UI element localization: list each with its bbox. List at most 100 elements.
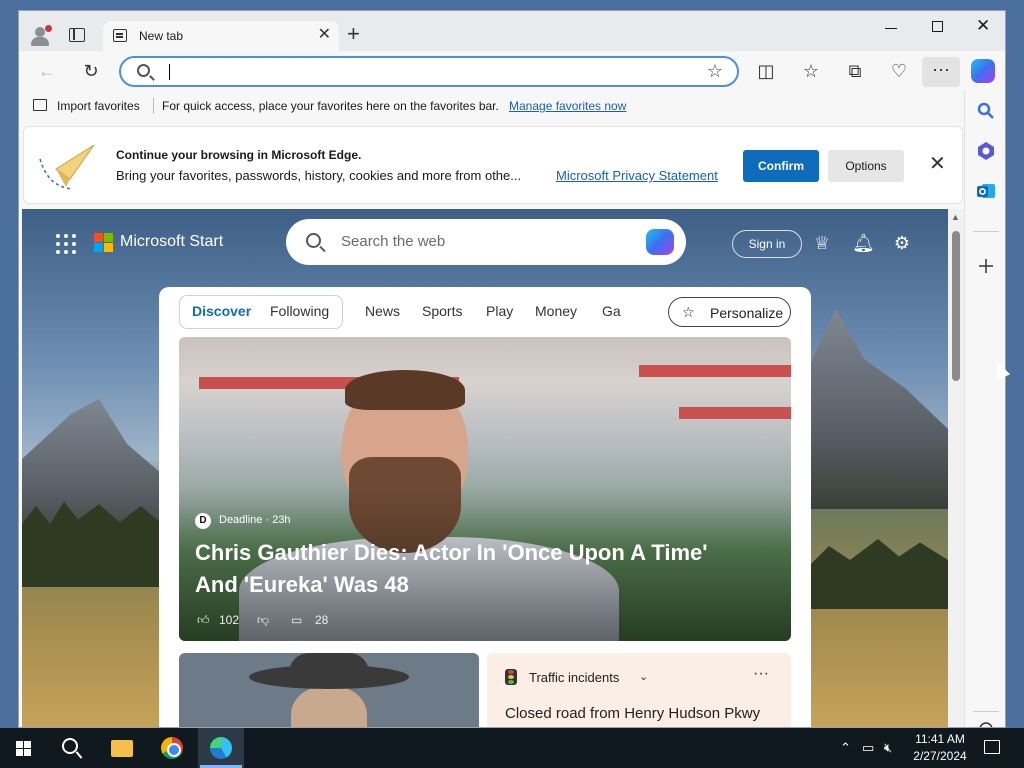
taskbar-search-icon[interactable] xyxy=(62,738,78,754)
notifications-bell-icon[interactable]: 🔔︎ xyxy=(852,233,875,253)
personalize-label: Personalize xyxy=(710,305,784,321)
divider xyxy=(973,231,999,232)
article-title[interactable]: Chris Gauthier Dies: Actor In 'Once Upon… xyxy=(195,537,755,601)
chevron-down-icon[interactable]: ⌄ xyxy=(639,670,648,683)
traffic-card[interactable]: Traffic incidents ⌄ ··· Closed road from… xyxy=(487,653,791,727)
search-icon[interactable] xyxy=(976,101,996,121)
import-favorites-button[interactable]: Import favorites xyxy=(57,99,140,113)
hat-brim xyxy=(249,665,409,689)
more-icon[interactable]: ··· xyxy=(753,665,769,683)
comment-count: 28 xyxy=(315,613,329,627)
copilot-icon[interactable] xyxy=(971,59,995,83)
maximize-button[interactable] xyxy=(932,21,943,32)
traffic-headline[interactable]: Closed road from Henry Hudson Pkwy N to … xyxy=(505,703,775,727)
edge-window: New tab ✕ + ✕ ← ↻ ☆ ◫ ☆ ⧉ ♡ ··· Import f… xyxy=(18,10,1006,728)
rewards-icon[interactable]: ♕ xyxy=(812,233,832,253)
person-face xyxy=(291,687,367,727)
tab-sports[interactable]: Sports xyxy=(422,303,462,319)
sidebar-settings-icon[interactable] xyxy=(976,719,996,728)
browser-essentials-icon[interactable]: ♡ xyxy=(889,61,909,81)
personalize-button[interactable]: ☆ Personalize xyxy=(668,297,791,327)
tab-play[interactable]: Play xyxy=(486,303,513,319)
article-card-image[interactable] xyxy=(179,653,479,727)
search-icon xyxy=(306,233,321,248)
sign-in-button[interactable]: Sign in xyxy=(732,230,802,258)
windows-start-icon[interactable] xyxy=(16,741,32,756)
split-screen-icon[interactable]: ◫ xyxy=(756,61,776,81)
collections-icon[interactable]: ⧉ xyxy=(845,61,865,81)
more-icon[interactable]: ··· xyxy=(922,57,960,87)
search-placeholder: Search the web xyxy=(341,233,446,250)
copilot-shopping-icon[interactable] xyxy=(976,141,996,161)
tab-money[interactable]: Money xyxy=(535,303,577,319)
tab-news[interactable]: News xyxy=(365,303,400,319)
favorites-bar: Import favorites For quick access, place… xyxy=(19,91,969,121)
comment-icon[interactable]: ▭ xyxy=(291,613,302,627)
back-icon[interactable]: ← xyxy=(37,61,57,81)
divider xyxy=(153,98,154,114)
tab-actions-icon[interactable] xyxy=(69,28,85,42)
title-bar: New tab ✕ + ✕ xyxy=(19,11,1005,51)
new-tab-favicon-icon xyxy=(113,29,127,42)
copilot-icon[interactable] xyxy=(646,229,674,255)
edge-sidebar xyxy=(964,91,1005,728)
scroll-thumb[interactable] xyxy=(952,231,960,381)
favorites-hint: For quick access, place your favorites h… xyxy=(162,99,499,113)
close-banner-icon[interactable]: ✕ xyxy=(929,151,946,176)
options-button[interactable]: Options xyxy=(828,150,904,182)
tab-close-icon[interactable]: ✕ xyxy=(318,27,331,43)
favorites-icon[interactable]: ☆ xyxy=(801,61,821,81)
source-logo-icon: D xyxy=(195,513,211,529)
dislike-icon[interactable]: 👎︎ xyxy=(257,613,269,628)
hero-article-card[interactable]: D Deadline · 23h Chris Gauthier Dies: Ac… xyxy=(179,337,791,641)
edge-icon[interactable] xyxy=(210,737,232,759)
import-banner: Continue your browsing in Microsoft Edge… xyxy=(23,126,963,204)
page-scrollbar[interactable]: ▲ xyxy=(948,209,964,727)
web-search-box[interactable]: Search the web xyxy=(286,219,686,265)
settings-gear-icon[interactable]: ⚙ xyxy=(892,233,912,253)
tab-new-tab[interactable]: New tab ✕ xyxy=(103,21,339,51)
windows-taskbar: ⌃ ▭ 🔇︎ 11:41 AM 2/27/2024 xyxy=(0,728,1024,768)
file-explorer-icon[interactable] xyxy=(111,740,133,757)
news-feed: Discover Following News Sports Play Mone… xyxy=(159,287,811,727)
person-hair xyxy=(345,370,465,410)
close-window-button[interactable]: ✕ xyxy=(976,17,990,35)
banner-body: Bring your favorites, passwords, history… xyxy=(116,168,522,183)
new-tab-button[interactable]: + xyxy=(347,23,360,45)
tab-games[interactable]: Ga xyxy=(602,303,621,319)
personalize-icon: ☆ xyxy=(682,304,695,320)
tab-discover[interactable]: Discover xyxy=(192,303,251,319)
show-hidden-icons-icon[interactable]: ⌃ xyxy=(840,740,851,756)
add-icon[interactable] xyxy=(976,256,996,276)
scroll-up-icon[interactable]: ▲ xyxy=(951,212,960,222)
search-icon xyxy=(137,64,150,77)
traffic-label[interactable]: Traffic incidents xyxy=(529,670,619,685)
network-icon[interactable]: ▭ xyxy=(862,740,874,756)
like-icon[interactable]: 👍︎ xyxy=(197,613,210,628)
banner-title: Continue your browsing in Microsoft Edge… xyxy=(116,148,362,162)
manage-favorites-link[interactable]: Manage favorites now xyxy=(509,99,626,113)
privacy-statement-link[interactable]: Microsoft Privacy Statement xyxy=(556,168,718,183)
favorite-star-icon[interactable]: ☆ xyxy=(707,61,723,82)
stand-stripe xyxy=(639,365,791,377)
address-bar[interactable]: ☆ xyxy=(119,56,739,87)
toolbar: ← ↻ ☆ ◫ ☆ ⧉ ♡ ··· xyxy=(19,51,1005,91)
outlook-icon[interactable] xyxy=(976,181,996,201)
profile-icon[interactable] xyxy=(29,25,52,47)
clock-date[interactable]: 2/27/2024 xyxy=(908,749,972,763)
refresh-icon[interactable]: ↻ xyxy=(81,61,101,81)
brand-title[interactable]: Microsoft Start xyxy=(120,233,223,251)
apps-grid-icon[interactable] xyxy=(56,234,76,254)
microsoft-start-page: Microsoft Start Search the web Sign in ♕… xyxy=(22,209,948,727)
chrome-icon[interactable] xyxy=(161,737,183,759)
minimize-button[interactable] xyxy=(885,28,897,29)
mountain-right xyxy=(808,309,948,509)
clock-time[interactable]: 11:41 AM xyxy=(913,732,967,746)
article-source: Deadline · 23h xyxy=(219,514,291,526)
tab-following[interactable]: Following xyxy=(270,303,329,319)
confirm-button[interactable]: Confirm xyxy=(743,150,819,182)
trees-right xyxy=(808,539,948,609)
notifications-icon[interactable] xyxy=(984,740,1000,754)
tab-title: New tab xyxy=(139,29,184,43)
volume-muted-icon[interactable]: 🔇︎ xyxy=(884,740,892,756)
